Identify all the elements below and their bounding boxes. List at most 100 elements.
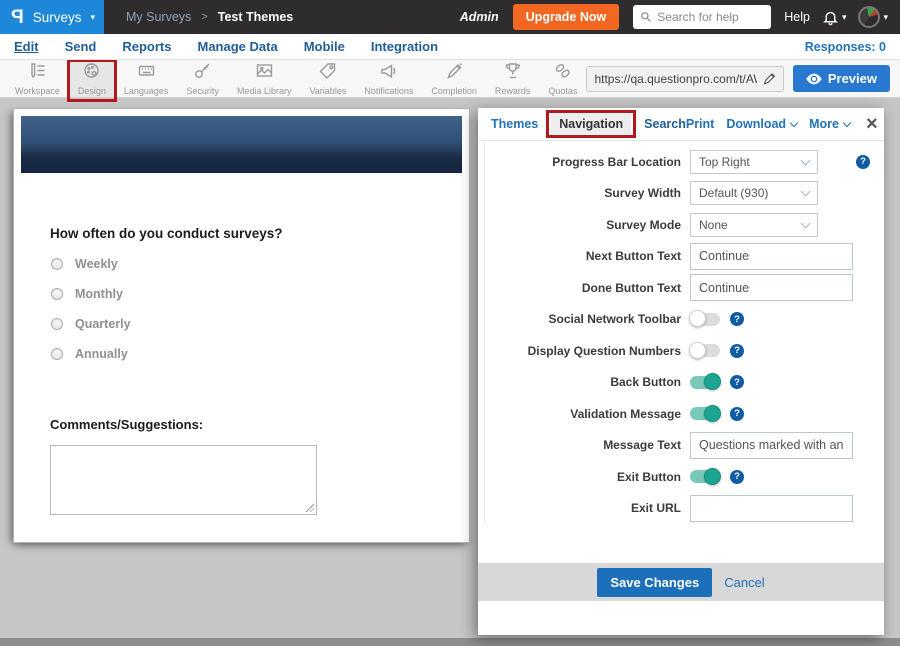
- help-icon[interactable]: ?: [856, 155, 870, 169]
- resize-handle[interactable]: [304, 502, 314, 512]
- toolbar-item-label: Design: [78, 86, 106, 96]
- toggle-knob: [704, 468, 721, 485]
- progress-bar-location-select[interactable]: Top Right: [690, 150, 818, 174]
- setting-row-social-network-toolbar: Social Network Toolbar?: [485, 304, 884, 336]
- message-text-input[interactable]: [690, 432, 853, 459]
- help-icon[interactable]: ?: [730, 312, 744, 326]
- survey-option-quarterly[interactable]: Quarterly: [51, 309, 131, 339]
- survey-url-input[interactable]: [594, 72, 757, 86]
- survey-mode-select[interactable]: None: [690, 213, 818, 237]
- setting-label: Survey Mode: [485, 218, 681, 232]
- nav-tab-reports[interactable]: Reports: [122, 39, 171, 54]
- toolbar-item-quotas[interactable]: Quotas: [539, 60, 586, 97]
- toolbar-item-rewards[interactable]: Rewards: [486, 60, 540, 97]
- survey-option-weekly[interactable]: Weekly: [51, 249, 131, 279]
- toolbar-item-label: Security: [186, 86, 219, 96]
- design-icon: [82, 61, 101, 85]
- media-library-icon: [255, 61, 274, 85]
- toolbar-item-label: Completion: [431, 86, 477, 96]
- tab-navigation[interactable]: Navigation: [551, 114, 631, 134]
- toolbar-item-variables[interactable]: Variables: [300, 60, 355, 97]
- done-button-text-input[interactable]: [690, 274, 853, 301]
- toolbar-item-security[interactable]: Security: [177, 60, 228, 97]
- panel-header: Themes Navigation Search Print Download …: [478, 108, 884, 141]
- setting-label: Done Button Text: [485, 281, 681, 295]
- radio-button-icon[interactable]: [51, 348, 63, 360]
- back-button-toggle[interactable]: [690, 376, 720, 389]
- responses-count[interactable]: Responses: 0: [805, 40, 886, 54]
- toggle-knob: [689, 310, 706, 327]
- edit-pencil-icon[interactable]: [763, 72, 776, 86]
- radio-button-icon[interactable]: [51, 258, 63, 270]
- nav-tab-mobile[interactable]: Mobile: [304, 39, 345, 54]
- print-link[interactable]: Print: [686, 117, 714, 131]
- edit-nav-row: Edit Send Reports Manage Data Mobile Integrat…: [0, 34, 900, 60]
- toggle-knob: [704, 405, 721, 422]
- chevron-down-icon: ▾: [90, 13, 95, 22]
- toolbar-item-workspace[interactable]: Workspace: [6, 60, 69, 97]
- comments-textarea[interactable]: [50, 445, 317, 515]
- survey-option-monthly[interactable]: Monthly: [51, 279, 131, 309]
- download-dropdown[interactable]: Download: [726, 117, 797, 131]
- help-icon[interactable]: ?: [730, 407, 744, 421]
- avatar: [858, 6, 880, 28]
- help-icon[interactable]: ?: [730, 344, 744, 358]
- select-value: None: [699, 218, 728, 232]
- nav-tab-edit[interactable]: Edit: [14, 39, 39, 54]
- survey-theme-header: [21, 116, 462, 173]
- tab-search[interactable]: Search: [644, 117, 686, 131]
- toggle-knob: [704, 373, 721, 390]
- setting-row-survey-mode: Survey Mode None: [485, 209, 884, 241]
- toolbar-item-label: Rewards: [495, 86, 531, 96]
- notifications-menu[interactable]: ▾: [822, 9, 847, 26]
- help-search-input[interactable]: [657, 10, 764, 24]
- toolbar-item-notifications[interactable]: Notifications: [355, 60, 422, 97]
- toolbar-item-media-library[interactable]: Media Library: [228, 60, 301, 97]
- radio-button-icon[interactable]: [51, 318, 63, 330]
- nav-tab-integration[interactable]: Integration: [371, 39, 438, 54]
- setting-label: Back Button: [485, 375, 681, 389]
- exit-url-input[interactable]: [690, 495, 853, 522]
- chevron-down-icon: [801, 218, 811, 228]
- breadcrumb-my-surveys[interactable]: My Surveys: [126, 10, 191, 24]
- setting-label: Next Button Text: [485, 249, 681, 263]
- next-button-text-input[interactable]: [690, 243, 853, 270]
- toolbar-item-languages[interactable]: Languages: [115, 60, 178, 97]
- nav-tab-send[interactable]: Send: [65, 39, 97, 54]
- preview-button[interactable]: Preview: [793, 65, 890, 92]
- setting-label: Survey Width: [485, 186, 681, 200]
- display-question-numbers-toggle[interactable]: [690, 344, 720, 357]
- option-label: Annually: [75, 347, 128, 361]
- admin-label[interactable]: Admin: [460, 10, 499, 24]
- toolbar-item-completion[interactable]: Completion: [422, 60, 486, 97]
- validation-message-toggle[interactable]: [690, 407, 720, 420]
- toolbar-item-design[interactable]: Design: [69, 60, 115, 97]
- setting-row-message-text: Message Text: [485, 430, 884, 462]
- tab-themes[interactable]: Themes: [491, 117, 538, 131]
- upgrade-now-button[interactable]: Upgrade Now: [513, 4, 620, 30]
- panel-form: Progress Bar LocationTop Right?Survey Wi…: [484, 141, 884, 524]
- breadcrumb-current: Test Themes: [218, 10, 294, 24]
- radio-button-icon[interactable]: [51, 288, 63, 300]
- help-icon[interactable]: ?: [730, 470, 744, 484]
- survey-option-annually[interactable]: Annually: [51, 339, 131, 369]
- survey-width-select[interactable]: Default (930): [690, 181, 818, 205]
- product-menu[interactable]: P Surveys ▾: [0, 0, 104, 34]
- completion-icon: [445, 61, 464, 85]
- notifications-icon: [379, 61, 398, 85]
- toolbar-items: Workspace Design Languages Security Media Li…: [6, 60, 586, 97]
- setting-row-display-question-numbers: Display Question Numbers?: [485, 335, 884, 367]
- exit-button-toggle[interactable]: [690, 470, 720, 483]
- setting-label: Social Network Toolbar: [485, 312, 681, 326]
- more-dropdown[interactable]: More: [809, 117, 850, 131]
- account-menu[interactable]: ▾: [858, 6, 888, 28]
- setting-label: Exit URL: [485, 501, 681, 515]
- nav-tab-manage-data[interactable]: Manage Data: [197, 39, 277, 54]
- help-icon[interactable]: ?: [730, 375, 744, 389]
- help-link[interactable]: Help: [784, 10, 810, 24]
- cancel-button[interactable]: Cancel: [724, 575, 764, 590]
- select-value: Default (930): [699, 186, 768, 200]
- social-network-toolbar-toggle[interactable]: [690, 313, 720, 326]
- close-icon[interactable]: ×: [866, 114, 878, 134]
- save-changes-button[interactable]: Save Changes: [597, 568, 712, 597]
